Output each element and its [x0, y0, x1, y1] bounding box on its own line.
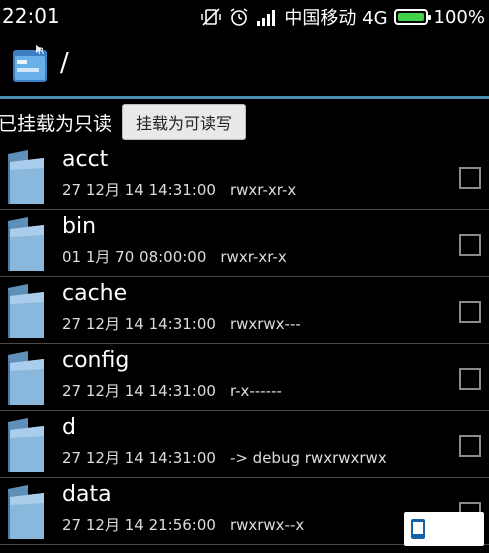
file-date: 27 12月 14 14:31:00 [62, 181, 216, 199]
file-date: 27 12月 14 14:31:00 [62, 315, 216, 333]
file-meta: 27 12月 14 14:31:00 r-x------ [62, 380, 282, 401]
title-bar: R / [0, 32, 489, 99]
file-permissions: rwxr-xr-x [229, 181, 297, 199]
list-item[interactable]: bin 01 1月 70 08:00:00 rwxr-xr-x [0, 210, 489, 277]
folder-icon [8, 150, 44, 204]
list-item[interactable]: d 27 12月 14 14:31:00 -> debug rwxrwxrwx [0, 411, 489, 478]
battery-icon [393, 9, 431, 25]
select-checkbox[interactable] [459, 368, 481, 390]
select-checkbox[interactable] [459, 167, 481, 189]
list-item[interactable]: cache 27 12月 14 14:31:00 rwxrwx--- [0, 277, 489, 344]
file-meta: 01 1月 70 08:00:00 rwxr-xr-x [62, 246, 287, 267]
select-checkbox[interactable] [459, 301, 481, 323]
file-name: acct [62, 147, 109, 172]
file-date: 27 12月 14 14:31:00 [62, 382, 216, 400]
file-permissions: rwxrwx--x [229, 516, 305, 534]
file-meta: 27 12月 14 14:31:00 rwxrwx--- [62, 313, 301, 334]
status-icons: 中国移动 4G 100% [200, 4, 485, 30]
folder-icon [8, 217, 44, 271]
file-permissions: r-x------ [229, 382, 282, 400]
status-time: 22:01 [2, 4, 60, 28]
file-list: acct 27 12月 14 14:31:00 rwxr-xr-x bin 01 … [0, 143, 489, 545]
file-permissions: -> debug rwxrwxrwx [229, 449, 387, 467]
file-name: data [62, 482, 112, 507]
select-checkbox[interactable] [459, 234, 481, 256]
file-name: bin [62, 214, 97, 239]
svg-text:R: R [38, 47, 44, 57]
battery-level [397, 13, 424, 21]
folder-icon [8, 418, 44, 472]
file-permissions: rwxrwx--- [229, 315, 301, 333]
battery-percent: 100% [433, 6, 485, 28]
folder-icon [8, 284, 44, 338]
watermark-phone-icon [411, 519, 425, 539]
mount-rw-button[interactable]: 挂载为可读写 [122, 104, 246, 140]
current-path: / [60, 48, 69, 78]
watermark-logo [404, 512, 484, 546]
carrier-label: 中国移动 4G [284, 8, 388, 29]
file-permissions: rwxr-xr-x [220, 248, 287, 266]
file-name: cache [62, 281, 128, 306]
list-item[interactable]: config 27 12月 14 14:31:00 r-x------ [0, 344, 489, 411]
folder-icon [8, 485, 44, 539]
signal-icon [257, 10, 276, 26]
file-meta: 27 12月 14 14:31:00 -> debug rwxrwxrwx [62, 447, 387, 468]
file-meta: 27 12月 14 21:56:00 rwxrwx--x [62, 514, 304, 535]
status-bar: 22:01 中国移动 4G 100% [0, 0, 489, 32]
file-meta: 27 12月 14 14:31:00 rwxr-xr-x [62, 179, 296, 200]
alarm-icon [230, 8, 248, 26]
list-item[interactable]: acct 27 12月 14 14:31:00 rwxr-xr-x [0, 143, 489, 210]
file-date: 27 12月 14 21:56:00 [62, 516, 216, 534]
select-checkbox[interactable] [459, 435, 481, 457]
file-name: config [62, 348, 130, 373]
file-date: 27 12月 14 14:31:00 [62, 449, 216, 467]
vibrate-off-icon [201, 8, 222, 26]
file-date: 01 1月 70 08:00:00 [62, 248, 207, 266]
folder-icon [8, 351, 44, 405]
root-explorer-icon[interactable]: R [12, 44, 50, 84]
mount-status-label: 已挂载为只读 [0, 113, 113, 135]
file-name: d [62, 415, 76, 440]
